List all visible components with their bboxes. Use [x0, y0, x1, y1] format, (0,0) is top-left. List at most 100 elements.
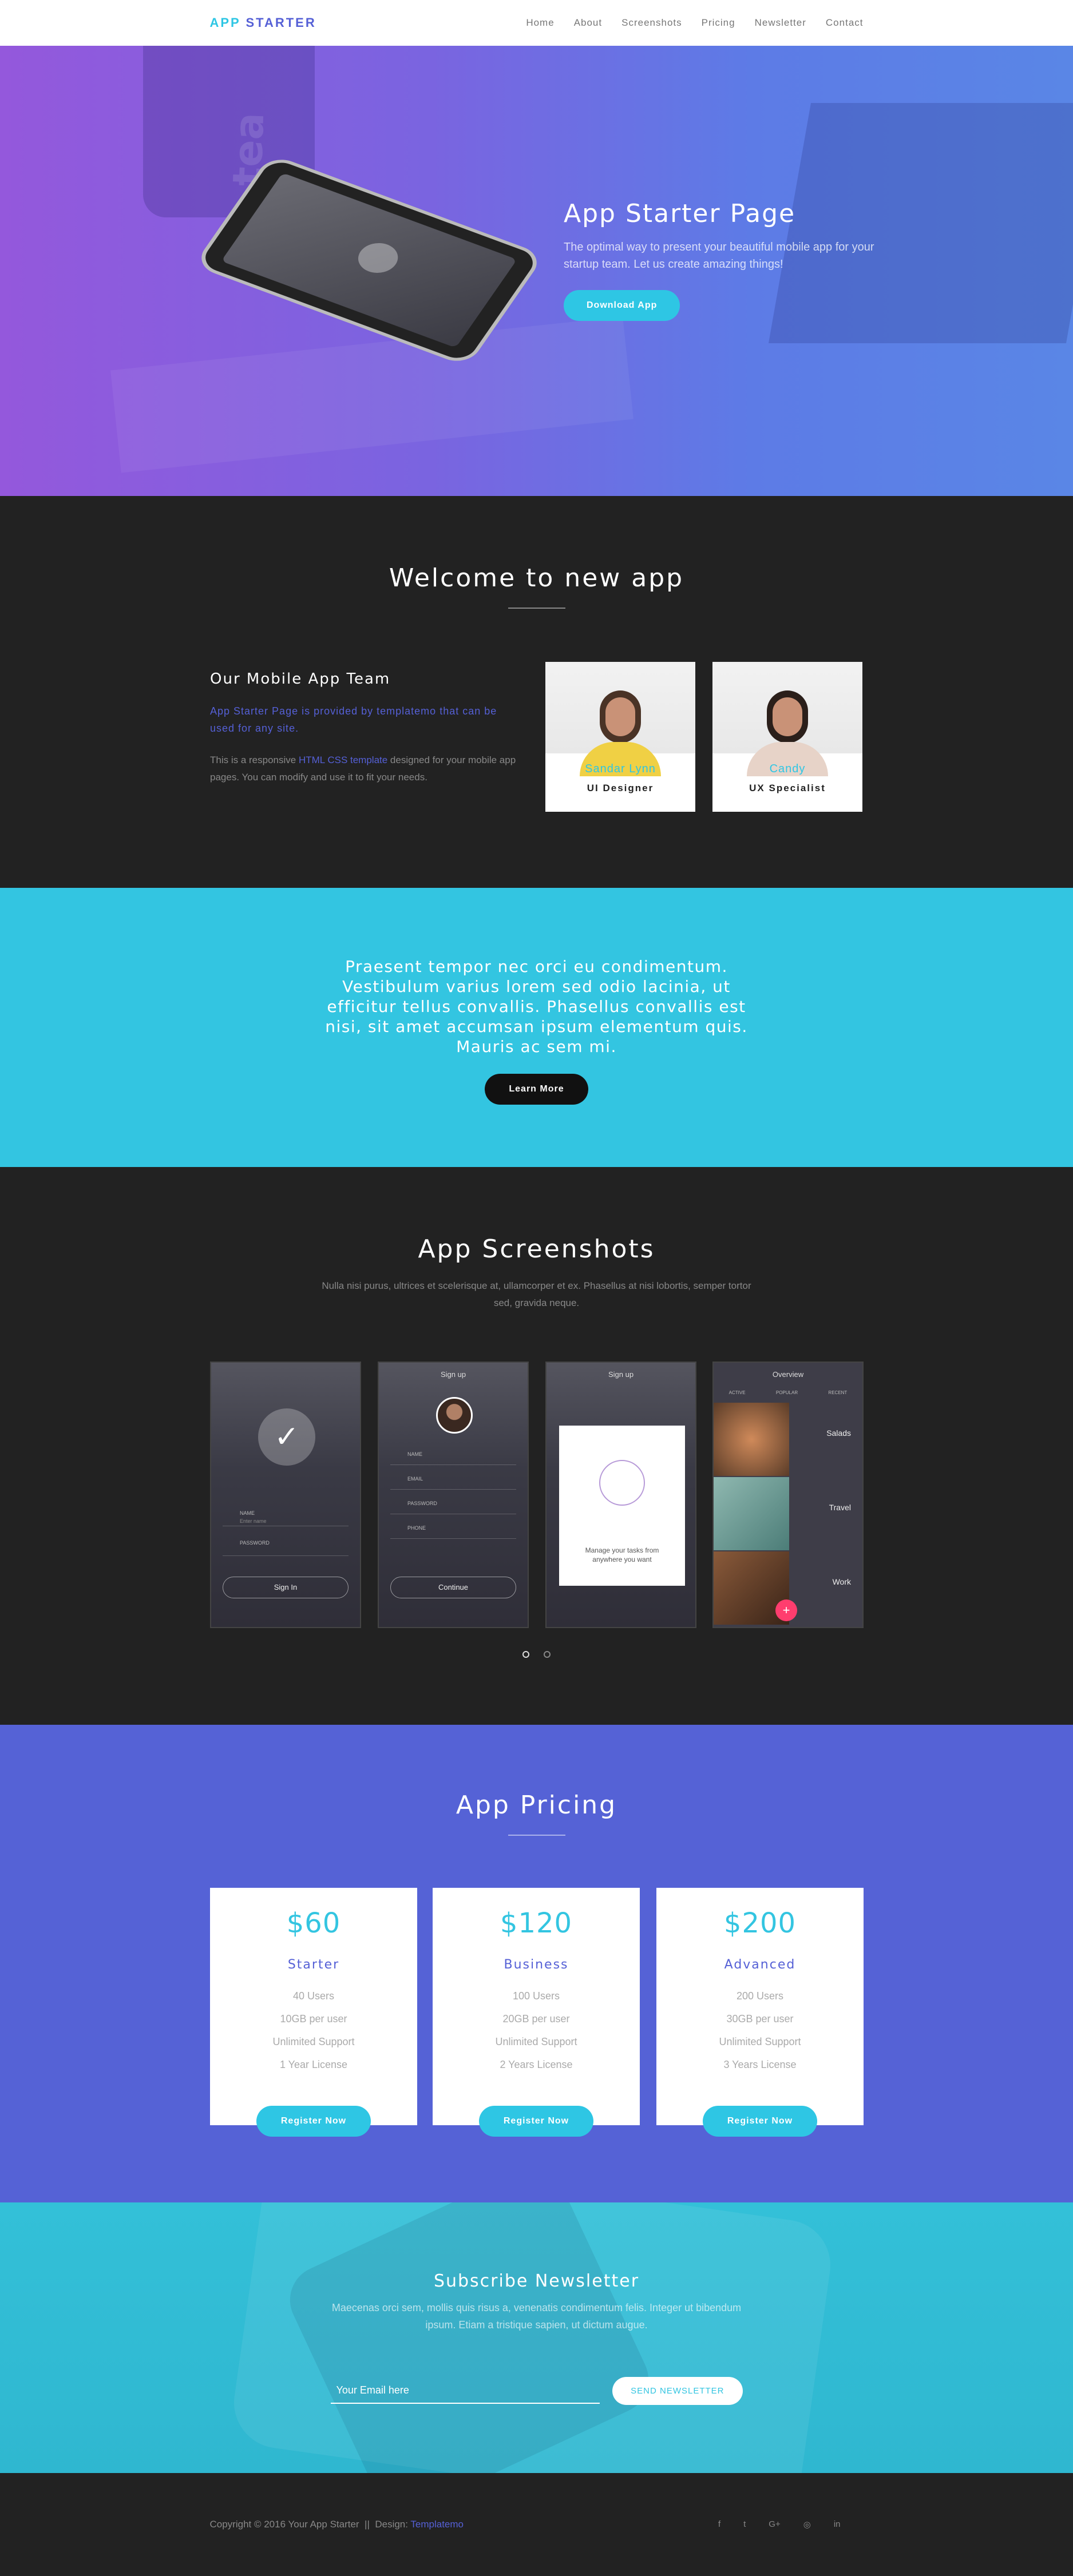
pricing-title: App Pricing — [456, 1791, 617, 1820]
checkmark-icon: ✓ — [258, 1408, 315, 1466]
send-newsletter-button[interactable]: SEND NEWSLETTER — [612, 2377, 743, 2405]
hero-copy: App Starter Page The optimal way to pres… — [564, 199, 884, 321]
footer: Copyright © 2016 Your App Starter || Des… — [0, 2473, 1073, 2576]
plan-feature: Unlimited Support — [719, 2036, 801, 2047]
dribbble-icon[interactable]: ◎ — [803, 2519, 811, 2530]
screenshot-signin[interactable]: ✓ NAME Enter name PASSWORD Sign In — [210, 1362, 361, 1628]
linkedin-icon[interactable]: in — [834, 2519, 841, 2530]
plan-feature: 3 Years License — [723, 2059, 797, 2070]
nav-link-home[interactable]: Home — [526, 17, 554, 29]
screenshots-subtitle: Nulla nisi purus, ultrices et scelerisqu… — [322, 1280, 751, 1308]
html-css-template-link[interactable]: HTML CSS template — [299, 755, 387, 765]
email-input[interactable] — [330, 2378, 600, 2404]
nav-link-screenshots[interactable]: Screenshots — [621, 17, 682, 29]
download-app-button[interactable]: Download App — [564, 290, 680, 321]
plan-name: Starter — [287, 1958, 340, 1972]
pricing-card: $200 Advanced 200 Users 30GB per user Un… — [656, 1888, 864, 2137]
shot-title: Sign up — [608, 1370, 634, 1379]
register-now-button[interactable]: Register Now — [479, 2106, 593, 2137]
pager-dot-2[interactable] — [543, 1651, 551, 1658]
screenshot-onboarding[interactable]: Sign up Manage your tasks from anywhere … — [545, 1362, 696, 1628]
member-role: UX Specialist — [749, 783, 826, 793]
newsletter-section: Subscribe Newsletter Maecenas orci sem, … — [0, 2202, 1073, 2473]
plan-price: $120 — [500, 1907, 573, 1939]
wifi-icon — [599, 1460, 645, 1506]
welcome-title: Welcome to new app — [389, 563, 684, 593]
plan-feature: 30GB per user — [726, 2013, 794, 2025]
shot-continue-button: Continue — [390, 1577, 516, 1598]
member-role: UI Designer — [587, 783, 654, 793]
phone-body — [193, 153, 545, 367]
pager-dot-1[interactable] — [522, 1651, 530, 1658]
overview-tabs: ACTIVE POPULAR RECENT — [714, 1390, 862, 1395]
nav-link-newsletter[interactable]: Newsletter — [755, 17, 806, 29]
newsletter-form: SEND NEWSLETTER — [330, 2377, 743, 2405]
brand-logo[interactable]: APP STARTER — [210, 15, 316, 30]
shot-field-label: EMAIL — [407, 1476, 423, 1482]
onboarding-card: Manage your tasks from anywhere you want — [559, 1426, 685, 1586]
title-divider — [508, 1835, 565, 1836]
hero-text: The optimal way to present your beautifu… — [564, 241, 874, 271]
plan-feature: 1 Year License — [279, 2059, 348, 2070]
main-menu: Home About Screenshots Pricing Newslette… — [526, 17, 863, 29]
plan-price: $60 — [286, 1907, 341, 1939]
shot-field-label: PASSWORD — [407, 1501, 437, 1506]
screenshots-title: App Screenshots — [418, 1235, 655, 1264]
twitter-icon[interactable]: t — [743, 2519, 746, 2530]
newsletter-title: Subscribe Newsletter — [433, 2271, 640, 2291]
shot-signin-button: Sign In — [223, 1577, 349, 1598]
register-now-button[interactable]: Register Now — [256, 2106, 371, 2137]
add-icon: + — [775, 1599, 797, 1621]
screenshots-section: App Screenshots Nulla nisi purus, ultric… — [0, 1167, 1073, 1725]
shot-field-label: PASSWORD — [240, 1540, 270, 1546]
register-now-button[interactable]: Register Now — [703, 2106, 817, 2137]
travel-image — [714, 1477, 789, 1550]
shot-field-label: NAME — [407, 1451, 423, 1457]
screenshot-signup[interactable]: Sign up NAME EMAIL PASSWORD PHONE Contin… — [378, 1362, 529, 1628]
top-navbar: APP STARTER Home About Screenshots Prici… — [0, 0, 1073, 46]
onboarding-text: Manage your tasks from anywhere you want — [585, 1546, 659, 1563]
shot-field-placeholder: Enter name — [240, 1518, 267, 1524]
shot-field-label: NAME — [240, 1510, 255, 1516]
member-name: Candy — [769, 763, 806, 775]
overview-tab: POPULAR — [775, 1390, 798, 1395]
shot-divider — [223, 1555, 349, 1556]
hero-section: tea App Starter Page The optimal way to … — [0, 46, 1073, 496]
facebook-icon[interactable]: f — [718, 2519, 720, 2530]
shot-title: Sign up — [440, 1370, 466, 1379]
plan-feature: 2 Years License — [500, 2059, 573, 2070]
tile-label: Travel — [829, 1503, 851, 1512]
team-member-card: Candy UX Specialist — [712, 662, 862, 812]
templatemo-link[interactable]: Templatemo — [410, 2519, 464, 2530]
welcome-section: Welcome to new app Our Mobile App Team A… — [0, 496, 1073, 888]
member-name: Sandar Lynn — [585, 763, 656, 775]
screenshot-overview[interactable]: Overview ACTIVE POPULAR RECENT Salads Tr… — [712, 1362, 864, 1628]
pricing-section: App Pricing $60 Starter 40 Users 10GB pe… — [0, 1725, 1073, 2202]
nav-link-about[interactable]: About — [574, 17, 602, 29]
shot-title: Overview — [772, 1370, 804, 1379]
nav-link-contact[interactable]: Contact — [826, 17, 864, 29]
plan-name: Advanced — [724, 1958, 796, 1972]
shot-divider — [390, 1489, 516, 1490]
phone-app-logo-icon — [351, 238, 405, 278]
shot-field-label: PHONE — [407, 1525, 426, 1531]
plan-feature: 100 Users — [512, 1990, 560, 2002]
plan-name: Business — [504, 1958, 569, 1972]
team-description: Our Mobile App Team App Starter Page is … — [210, 670, 519, 786]
member-photo — [545, 662, 695, 776]
plan-price: $200 — [723, 1907, 797, 1939]
social-links: f t G+ ◎ in — [718, 2519, 841, 2530]
team-member-card: Sandar Lynn UI Designer — [545, 662, 695, 812]
avatar — [436, 1397, 473, 1434]
google-plus-icon[interactable]: G+ — [769, 2519, 780, 2530]
pricing-card: $60 Starter 40 Users 10GB per user Unlim… — [210, 1888, 417, 2137]
nav-link-pricing[interactable]: Pricing — [702, 17, 735, 29]
salads-image — [714, 1403, 789, 1476]
plan-feature: 10GB per user — [280, 2013, 347, 2025]
design-label: Design: — [375, 2519, 408, 2530]
quote-text: Praesent tempor nec orci eu condimentum.… — [325, 957, 748, 1056]
plan-feature: Unlimited Support — [272, 2036, 355, 2047]
learn-more-button[interactable]: Learn More — [485, 1074, 588, 1105]
plan-feature: 200 Users — [736, 1990, 784, 2002]
hero-title: App Starter Page — [564, 199, 796, 228]
